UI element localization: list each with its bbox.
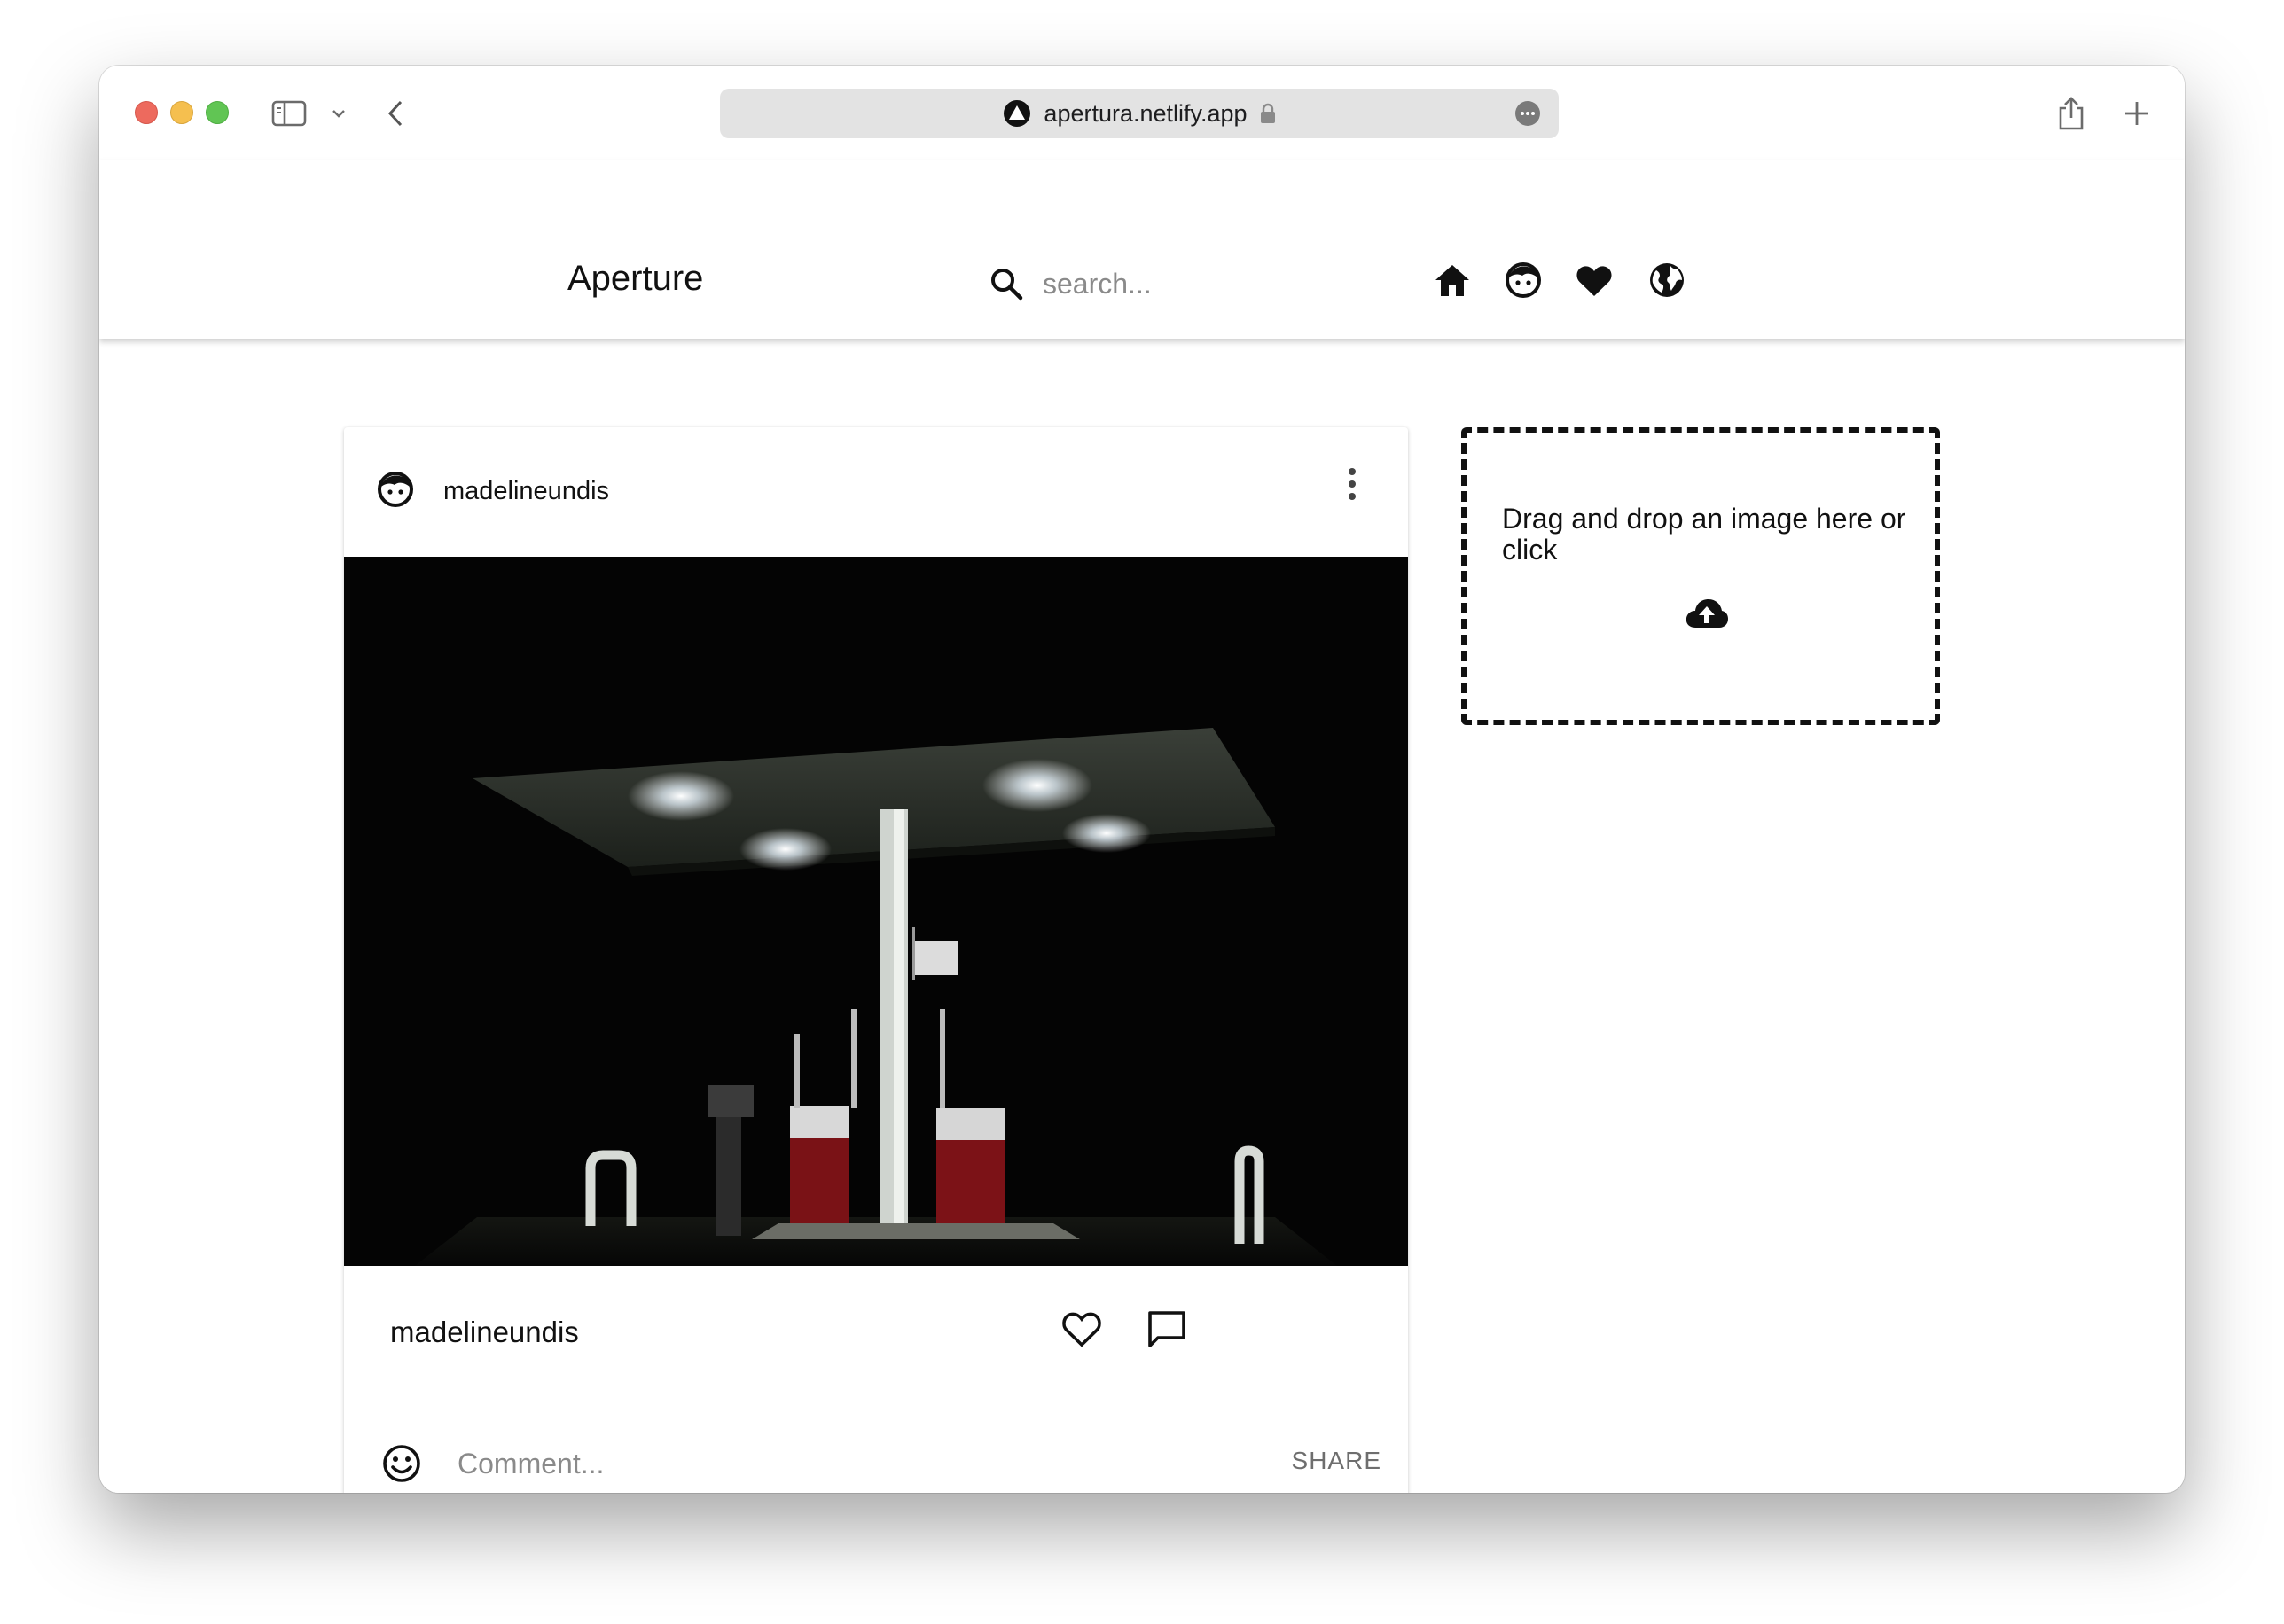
comment-icon[interactable] — [1146, 1308, 1188, 1349]
search-icon — [991, 269, 1023, 301]
dropzone-prompt: Drag and drop an image here or click — [1502, 503, 1906, 566]
post-username[interactable]: madelineundis — [443, 477, 609, 506]
share-button[interactable]: SHARE — [1292, 1447, 1381, 1475]
cloud-upload-icon — [1686, 599, 1728, 628]
zoom-window-button[interactable] — [206, 101, 229, 124]
share-icon[interactable] — [2055, 96, 2087, 131]
app-header: Aperture — [99, 160, 2185, 339]
home-icon[interactable] — [1433, 261, 1472, 300]
page-menu-icon[interactable] — [1514, 100, 1541, 127]
comment-input[interactable] — [458, 1441, 1220, 1486]
profile-icon[interactable] — [1504, 261, 1543, 300]
search-input[interactable] — [1043, 267, 1273, 301]
url-text: apertura.netlify.app — [1044, 99, 1248, 127]
upload-dropzone[interactable]: Drag and drop an image here or click — [1461, 427, 1940, 725]
lock-icon — [1260, 103, 1275, 123]
post-image[interactable] — [344, 557, 1408, 1266]
app-brand[interactable]: Aperture — [567, 259, 703, 299]
minimize-window-button[interactable] — [170, 101, 193, 124]
sidebar-toggle-icon[interactable] — [271, 96, 307, 131]
main-content: madelineundis madelineundis Comment... S… — [99, 339, 2185, 1493]
browser-titlebar: apertura.netlify.app — [99, 66, 2185, 160]
heart-icon[interactable] — [1575, 261, 1614, 300]
chevron-down-icon[interactable] — [328, 96, 349, 131]
new-tab-plus-icon[interactable] — [2121, 96, 2153, 131]
post-card: madelineundis madelineundis Comment... S… — [344, 427, 1408, 1493]
globe-icon[interactable] — [1647, 261, 1686, 300]
site-favicon-icon — [1004, 100, 1031, 127]
emoji-icon[interactable] — [381, 1443, 422, 1484]
back-arrow-icon[interactable] — [381, 96, 410, 131]
post-header: madelineundis — [344, 427, 1408, 557]
more-vertical-icon[interactable] — [1346, 466, 1358, 502]
close-window-button[interactable] — [135, 101, 158, 124]
post-footer-username[interactable]: madelineundis — [390, 1316, 579, 1349]
browser-window: apertura.netlify.app Aperture madelineun… — [99, 66, 2185, 1493]
avatar[interactable] — [376, 470, 415, 509]
address-bar[interactable]: apertura.netlify.app — [720, 89, 1559, 138]
heart-outline-icon[interactable] — [1060, 1308, 1103, 1349]
search-bar — [989, 264, 1273, 303]
